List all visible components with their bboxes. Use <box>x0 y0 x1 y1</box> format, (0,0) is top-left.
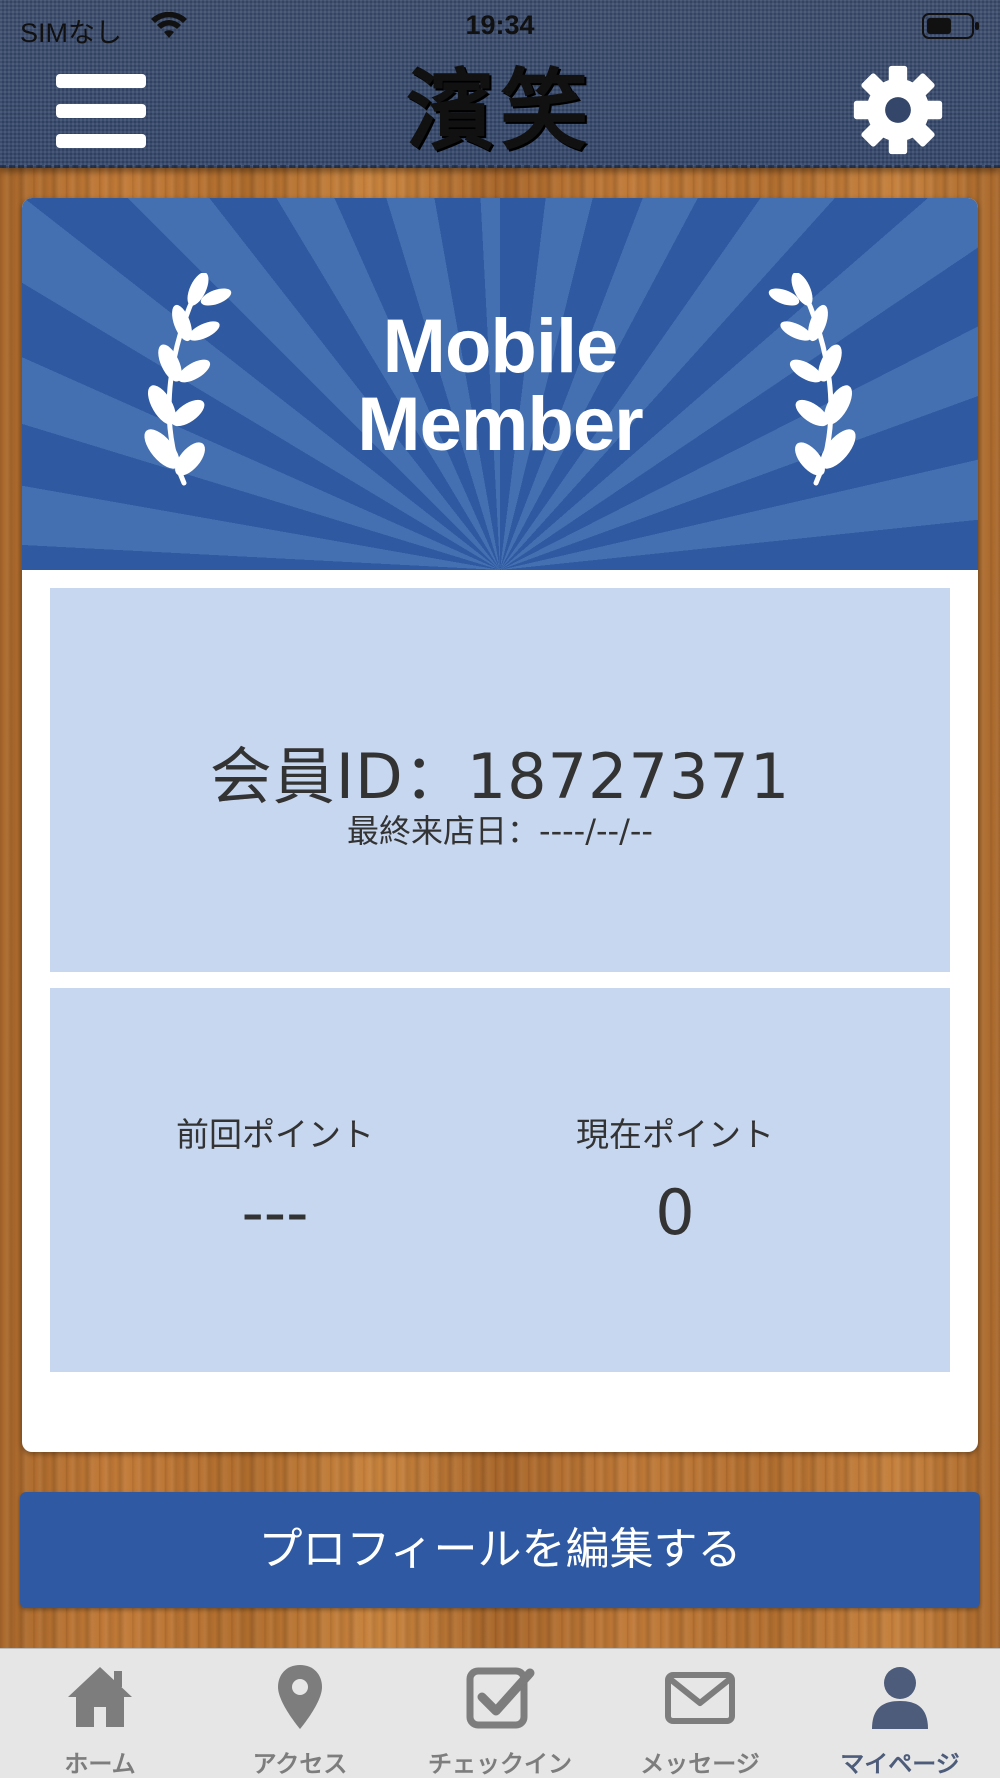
tab-mypage[interactable]: マイページ <box>800 1649 1000 1778</box>
status-bar: SIMなし 19:34 <box>0 0 1000 52</box>
envelope-icon <box>665 1672 735 1724</box>
points-panel: 前回ポイント --- 現在ポイント 0 <box>50 988 950 1372</box>
previous-points-label: 前回ポイント <box>176 1115 374 1154</box>
bottom-tab-bar: ホーム アクセス チェックイン メッセージ マイページ <box>0 1648 1000 1778</box>
tab-message-label: メッセージ <box>640 1750 760 1778</box>
current-points-label: 現在ポイント <box>576 1115 774 1154</box>
tab-home-label: ホーム <box>64 1750 136 1778</box>
current-points: 現在ポイント 0 <box>450 1108 900 1249</box>
checkbox-icon <box>466 1667 535 1729</box>
edit-profile-button[interactable]: プロフィールを編集する <box>20 1492 980 1608</box>
user-icon <box>872 1667 928 1729</box>
member-id: 会員ID：18727371 <box>209 740 791 813</box>
member-id-panel: 会員ID：18727371 最終来店日：----/--/-- <box>50 588 950 972</box>
current-points-value: 0 <box>655 1176 695 1249</box>
previous-points-value: --- <box>241 1176 309 1249</box>
tab-checkin-label: チェックイン <box>428 1750 572 1778</box>
gear-icon[interactable] <box>852 64 944 156</box>
tab-message[interactable]: メッセージ <box>600 1649 800 1778</box>
tab-access[interactable]: アクセス <box>200 1649 400 1778</box>
status-time: 19:34 <box>465 10 535 40</box>
laurel-right-icon <box>768 273 856 486</box>
tab-checkin[interactable]: チェックイン <box>400 1649 600 1778</box>
tab-home[interactable]: ホーム <box>0 1649 200 1778</box>
map-pin-icon <box>278 1665 322 1729</box>
app-header: SIMなし 19:34 濱笑 <box>0 0 1000 168</box>
home-icon <box>68 1667 132 1727</box>
last-visit-date: 最終来店日：----/--/-- <box>347 812 653 850</box>
member-card: Mobile Member 会員ID：18727371 最終来店日：----/-… <box>22 198 978 1452</box>
previous-points: 前回ポイント --- <box>50 1108 500 1249</box>
app-logo: 濱笑 <box>405 58 594 162</box>
battery-icon <box>922 13 979 39</box>
mobile-member-banner: Mobile Member <box>22 198 978 570</box>
tab-mypage-label: マイページ <box>840 1750 960 1778</box>
hamburger-menu-icon[interactable] <box>56 74 146 150</box>
tab-access-label: アクセス <box>252 1750 348 1778</box>
